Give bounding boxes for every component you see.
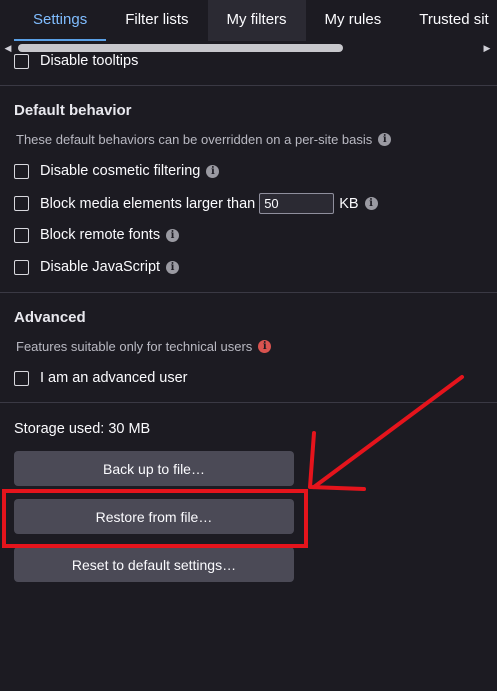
section-heading-advanced: Advanced: [14, 309, 86, 326]
block-media-option[interactable]: Block media elements larger than KB i: [14, 193, 378, 214]
divider: [0, 85, 497, 86]
scroll-right-arrow-icon[interactable]: ▶: [481, 42, 493, 54]
info-icon[interactable]: i: [378, 133, 392, 146]
scrollbar-thumb[interactable]: [18, 44, 343, 52]
restore-from-file-button[interactable]: Restore from file…: [14, 499, 294, 534]
option-label: Block remote fonts: [40, 227, 161, 243]
advanced-user-option[interactable]: I am an advanced user: [14, 370, 188, 386]
disable-tooltips-option[interactable]: Disable tooltips: [14, 53, 138, 69]
tab-my-rules[interactable]: My rules: [306, 0, 401, 41]
option-label: Block media elements larger than: [40, 195, 256, 212]
tab-filter-lists[interactable]: Filter lists: [106, 0, 207, 41]
info-icon[interactable]: i: [166, 228, 180, 242]
tab-my-filters[interactable]: My filters: [207, 0, 306, 41]
section-description: Features suitable only for technical use…: [16, 339, 272, 354]
tab-trusted-sites[interactable]: Trusted sit: [400, 0, 497, 41]
checkbox[interactable]: [14, 196, 29, 211]
block-remote-fonts-option[interactable]: Block remote fonts i: [14, 227, 180, 243]
option-label: Disable JavaScript: [40, 259, 161, 275]
warning-info-icon[interactable]: i: [258, 340, 272, 353]
scroll-left-arrow-icon[interactable]: ◀: [2, 42, 14, 54]
media-size-input[interactable]: [259, 193, 335, 214]
storage-used-text: Storage used: 30 MB: [14, 421, 151, 437]
unit-label: KB: [339, 195, 359, 212]
checkbox[interactable]: [14, 227, 29, 243]
reset-to-default-button[interactable]: Reset to default settings…: [14, 547, 294, 582]
tab-settings[interactable]: Settings: [14, 0, 107, 41]
checkbox[interactable]: [14, 163, 29, 179]
divider: [0, 292, 497, 293]
settings-content: Disable tooltips Default behavior These …: [0, 53, 497, 691]
tab-bar: Settings Filter lists My filters My rule…: [0, 0, 497, 41]
divider: [0, 402, 497, 403]
backup-to-file-button[interactable]: Back up to file…: [14, 451, 294, 486]
info-icon[interactable]: i: [166, 260, 180, 274]
option-label: Disable cosmetic filtering: [40, 163, 201, 179]
checkbox[interactable]: [14, 53, 29, 69]
description-text: These default behaviors can be overridde…: [16, 132, 373, 147]
option-label: I am an advanced user: [40, 370, 188, 386]
info-icon[interactable]: i: [206, 164, 220, 178]
checkbox[interactable]: [14, 259, 29, 275]
disable-javascript-option[interactable]: Disable JavaScript i: [14, 259, 180, 275]
section-heading-default-behavior: Default behavior: [14, 102, 132, 119]
info-icon[interactable]: i: [364, 197, 378, 210]
checkbox[interactable]: [14, 370, 29, 386]
option-label: Disable tooltips: [40, 53, 139, 69]
disable-cosmetic-filtering-option[interactable]: Disable cosmetic filtering i: [14, 163, 220, 179]
description-text: Features suitable only for technical use…: [16, 339, 253, 354]
section-description: These default behaviors can be overridde…: [16, 132, 392, 147]
